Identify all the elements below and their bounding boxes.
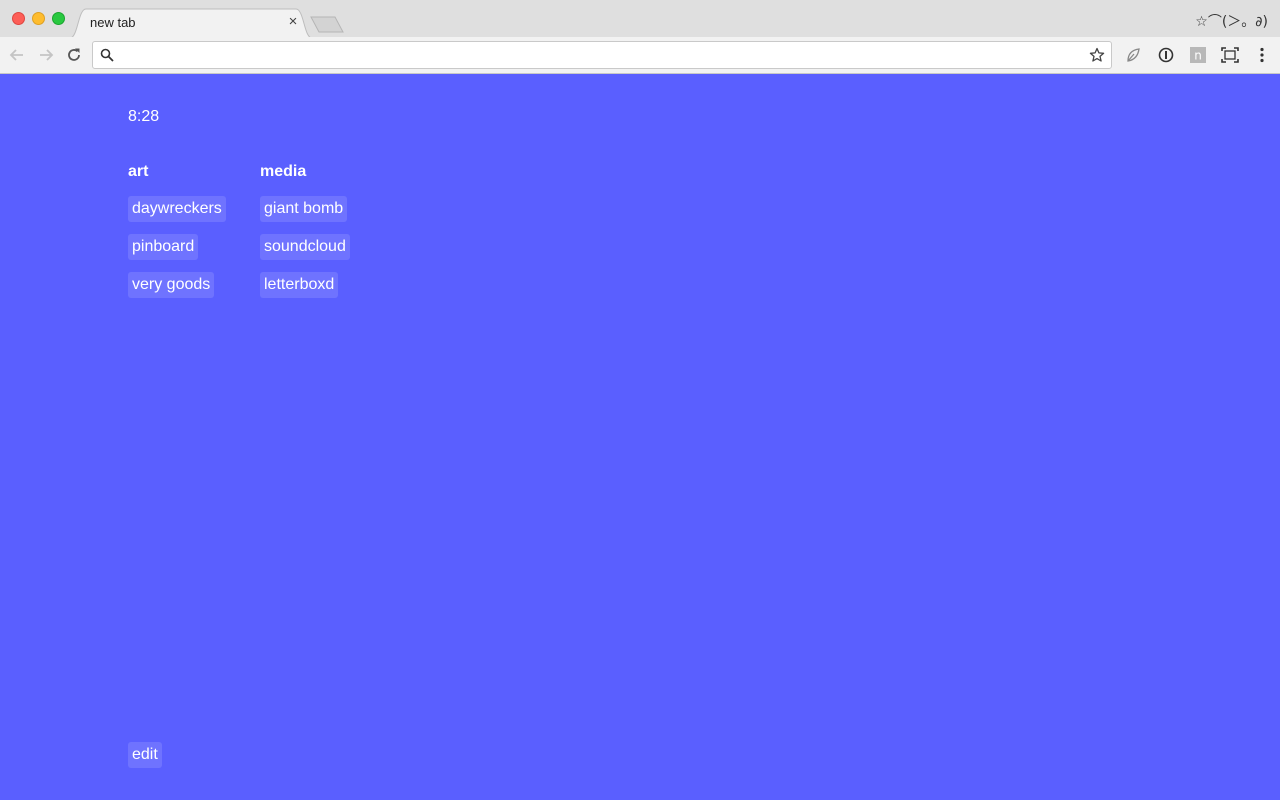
group-heading: art [128,163,149,180]
link-group-media: media giant bomb soundcloud letterboxd [260,162,350,310]
tab-close-icon[interactable]: × [285,14,301,30]
link-group-art: art daywreckers pinboard very goods [128,162,226,310]
edit-button[interactable]: edit [128,742,162,768]
close-window-button[interactable] [12,12,25,25]
bookmark-star-icon[interactable] [1089,47,1105,63]
list-item: giant bomb [260,196,350,234]
search-icon [100,48,114,62]
list-item: soundcloud [260,234,350,272]
reload-icon[interactable] [65,46,83,64]
tab-title: new tab [90,15,136,30]
tab-new-tab[interactable]: new tab × [70,8,312,38]
browser-titlebar: new tab × ☆⌒(＞。∂) [0,0,1280,38]
profile-label[interactable]: ☆⌒(＞。∂) [1195,11,1268,31]
new-tab-button[interactable] [310,16,344,33]
clock: 8:28 [128,108,160,125]
link-very-goods[interactable]: very goods [128,272,215,298]
list-item: very goods [128,272,226,310]
extension-leaf-icon[interactable] [1124,46,1142,64]
extension-n-icon[interactable]: n [1189,46,1207,64]
new-tab-page: 8:28 art daywreckers pinboard very goods… [0,74,1280,800]
link-pinboard[interactable]: pinboard [128,234,199,260]
password-manager-icon[interactable] [1157,46,1175,64]
address-input[interactable] [121,45,1081,65]
link-list: giant bomb soundcloud letterboxd [260,196,350,310]
link-giant-bomb[interactable]: giant bomb [260,196,348,222]
group-heading: media [260,163,307,180]
back-arrow-icon[interactable] [8,46,26,64]
link-soundcloud[interactable]: soundcloud [260,234,350,260]
svg-text:n: n [1194,49,1202,63]
address-bar[interactable] [92,41,1112,69]
screenshot-capture-icon[interactable] [1221,46,1239,64]
link-letterboxd[interactable]: letterboxd [260,272,339,298]
link-list: daywreckers pinboard very goods [128,196,226,310]
more-menu-icon[interactable] [1253,46,1271,64]
list-item: daywreckers [128,196,226,234]
link-daywreckers[interactable]: daywreckers [128,196,226,222]
list-item: pinboard [128,234,226,272]
maximize-window-button[interactable] [52,12,65,25]
forward-arrow-icon[interactable] [37,46,55,64]
list-item: letterboxd [260,272,350,310]
minimize-window-button[interactable] [32,12,45,25]
browser-toolbar: n [0,37,1280,74]
